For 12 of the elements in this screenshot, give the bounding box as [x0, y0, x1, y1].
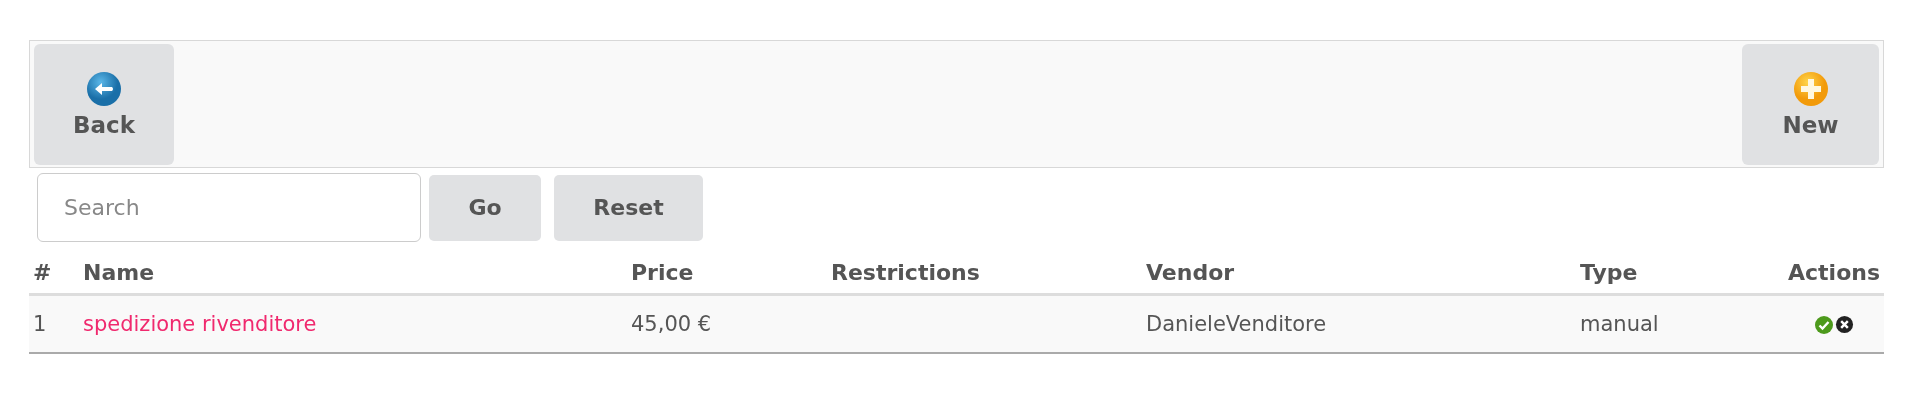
- check-icon[interactable]: [1814, 315, 1834, 335]
- new-button[interactable]: New: [1742, 43, 1879, 165]
- table-cell: DanieleVenditore: [1146, 312, 1327, 336]
- table-cell: 1: [33, 312, 47, 336]
- search-field[interactable]: Search: [37, 173, 421, 242]
- name-link[interactable]: spedizione rivenditore: [83, 312, 317, 336]
- go-button[interactable]: Go: [429, 174, 541, 241]
- table-cell: manual: [1580, 312, 1659, 336]
- delete-icon[interactable]: [1835, 315, 1854, 334]
- reset-button[interactable]: Reset: [554, 174, 703, 241]
- back-button[interactable]: Back: [34, 43, 174, 165]
- table-cell: 45,00 €: [631, 312, 712, 336]
